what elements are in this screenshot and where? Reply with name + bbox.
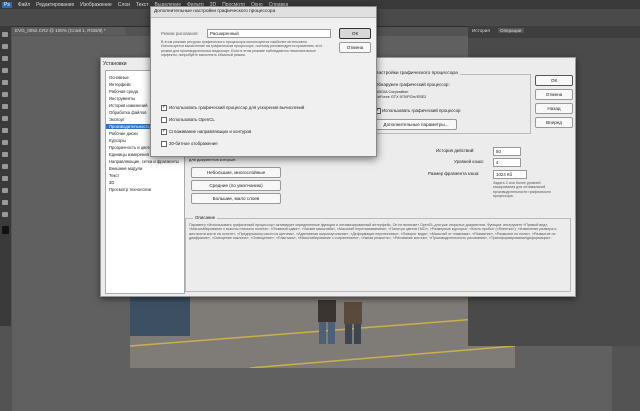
stamp-tool-icon[interactable] (2, 104, 8, 109)
preset-small-layered-button[interactable]: Небольшие, многослойные (191, 167, 281, 178)
advanced-ok-button[interactable]: ОК (339, 28, 371, 39)
drawing-mode-select[interactable]: Расширенный (207, 29, 331, 38)
gpu-detected-label: Обнаружен графический процессор: (375, 82, 450, 87)
gpu-vendor: NVIDIA Corporation (375, 90, 409, 94)
nav-guides-grid[interactable]: Направляющие, сетка и фрагменты (109, 159, 179, 164)
type-tool-icon[interactable] (2, 164, 8, 169)
30bit-display-checkbox[interactable] (161, 141, 167, 147)
tools-panel (0, 26, 11, 326)
use-opencl-checkbox[interactable] (161, 117, 167, 123)
drawing-mode-description: В этом режиме ресурсы графического проце… (161, 40, 323, 58)
zoom-tool-icon[interactable] (2, 212, 8, 217)
nav-scratch-disks[interactable]: Рабочие диски (109, 131, 138, 136)
tab-history[interactable]: История (472, 28, 490, 33)
nav-workspace[interactable]: Рабочая среда (109, 89, 138, 94)
cache-levels-input[interactable]: 4 (493, 158, 521, 167)
hand-tool-icon[interactable] (2, 200, 8, 205)
dodge-tool-icon[interactable] (2, 140, 8, 145)
use-opencl-label: Использовать OpenCL (169, 117, 215, 122)
preset-default-button[interactable]: Средние (по умолчанию) (191, 180, 281, 191)
nav-tools[interactable]: Инструменты (109, 96, 135, 101)
menu-image[interactable]: Изображение (80, 2, 112, 8)
nav-export[interactable]: Экспорт (109, 117, 125, 122)
path-select-tool-icon[interactable] (2, 176, 8, 181)
gpu-model: GeForce GTX 970/PCIe/SSE2 (375, 95, 427, 99)
nav-3d[interactable]: 3D (109, 180, 114, 185)
eraser-tool-icon[interactable] (2, 116, 8, 121)
nav-file-handling[interactable]: Обработка файлов (109, 110, 146, 115)
nav-interface[interactable]: Интерфейс (109, 82, 131, 87)
antialias-guides-label: Сглаживание направляющих и контуров (169, 129, 252, 134)
nav-plugins[interactable]: Внешние модули (109, 166, 142, 171)
prefs-cancel-button[interactable]: Отмена (535, 89, 573, 100)
cache-tile-size-label: Размер фрагмента кэша: (428, 171, 480, 176)
lasso-tool-icon[interactable] (2, 56, 8, 61)
canvas-photo (130, 296, 515, 368)
document-tab[interactable]: EVG_0052.CR2 @ 100% (Слой 1, RGB/8) * (12, 27, 125, 35)
description-text: Параметр «Использовать графический проце… (189, 223, 557, 241)
tab-actions[interactable]: Операции (498, 28, 524, 33)
preferences-title: Установки (103, 61, 127, 67)
history-states-label: История действий: (436, 148, 475, 153)
use-gpu-label: Использовать графический процессор (382, 108, 461, 113)
gradient-tool-icon[interactable] (2, 128, 8, 133)
gpu-compute-checkbox[interactable] (161, 104, 167, 111)
advanced-gpu-dialog: Дополнительные настройки графического пр… (150, 6, 377, 157)
shape-tool-icon[interactable] (2, 188, 8, 193)
prefs-ok-button[interactable]: ОК (535, 75, 573, 86)
gpu-settings-title: Настройки графического процессора (373, 71, 460, 76)
antialias-guides-checkbox[interactable] (161, 128, 167, 135)
drawing-mode-label: Режим рисования: (161, 31, 199, 36)
move-tool-icon[interactable] (2, 32, 8, 37)
menu-layers[interactable]: Слои (118, 2, 130, 8)
gpu-advanced-settings-button[interactable]: Дополнительные параметры... (375, 119, 457, 130)
nav-cursors[interactable]: Курсоры (109, 138, 126, 143)
brush-tool-icon[interactable] (2, 92, 8, 97)
pen-tool-icon[interactable] (2, 152, 8, 157)
prefs-back-button[interactable]: Назад (535, 103, 573, 114)
cache-tile-size-select[interactable]: 1024 Кб (493, 170, 527, 179)
prefs-next-button[interactable]: Вперед (535, 117, 573, 128)
30bit-display-label: 30-битное отображение (169, 141, 218, 146)
app-logo[interactable]: Ps (2, 1, 12, 8)
advanced-cancel-button[interactable]: Отмена (339, 42, 371, 53)
menu-edit[interactable]: Редактирование (36, 2, 74, 8)
cache-levels-label: Уровней кэша: (454, 159, 484, 164)
history-actions-tabs: История Операции (468, 26, 640, 38)
crop-tool-icon[interactable] (2, 68, 8, 73)
photo-scene (130, 296, 515, 368)
cache-note: Задать 2 или более уровней кэширования д… (493, 181, 552, 199)
cache-presets-subtitle: для документов которые: (189, 157, 237, 162)
nav-general[interactable]: Основные (109, 75, 129, 80)
menu-type[interactable]: Текст (136, 2, 149, 8)
nav-history-log[interactable]: История изменений (109, 103, 148, 108)
preset-large-few-layers-button[interactable]: Большие, мало слоев (191, 193, 281, 204)
nav-tech-previews[interactable]: Просмотр технологии (109, 187, 151, 192)
nav-type[interactable]: Текст (109, 173, 120, 178)
foreground-color-icon[interactable] (2, 226, 9, 234)
advanced-gpu-title: Дополнительные настройки графического пр… (154, 9, 276, 14)
menu-file[interactable]: Файл (18, 2, 30, 8)
marquee-tool-icon[interactable] (2, 44, 8, 49)
gpu-compute-label: Использовать графический процессор для у… (169, 105, 305, 110)
description-title: Описание (193, 215, 218, 220)
history-states-input[interactable]: 50 (493, 147, 521, 156)
eyedropper-tool-icon[interactable] (2, 80, 8, 85)
